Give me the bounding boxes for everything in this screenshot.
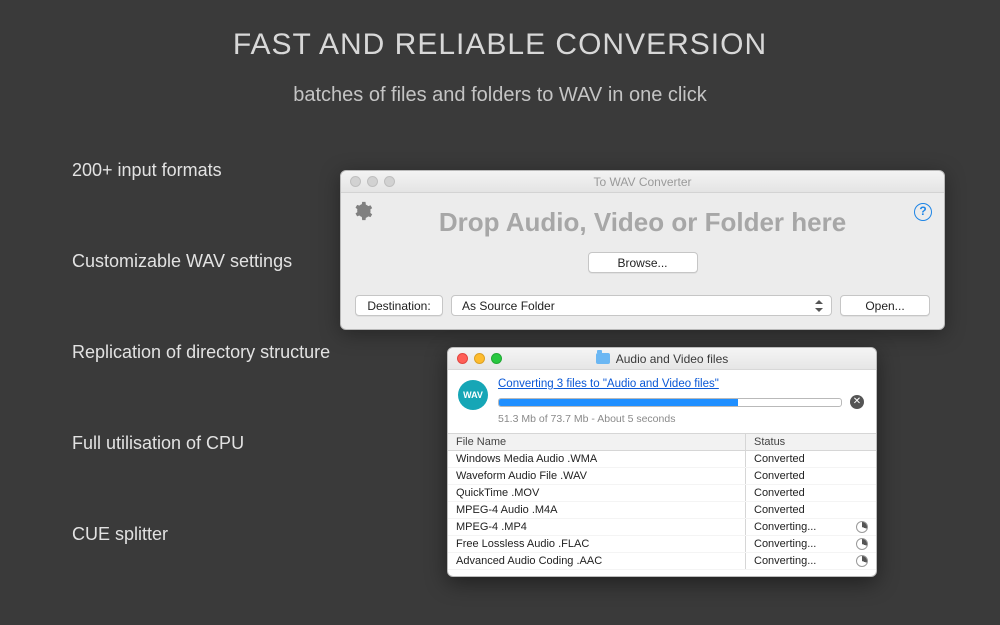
chevron-updown-icon — [815, 302, 823, 310]
progress-bar-fill — [499, 399, 738, 406]
table-row[interactable]: MPEG-4 .MP4Converting... — [448, 519, 876, 536]
feature-item: CUE splitter — [72, 524, 330, 545]
progress-text: 51.3 Mb of 73.7 Mb - About 5 seconds — [498, 413, 864, 425]
progress-window-titlebar: Audio and Video files — [448, 348, 876, 370]
cell-filename: Advanced Audio Coding .AAC — [448, 553, 746, 569]
feature-item: Replication of directory structure — [72, 342, 330, 363]
cell-status: Converted — [746, 451, 876, 467]
cell-filename: QuickTime .MOV — [448, 485, 746, 501]
help-icon[interactable]: ? — [914, 203, 932, 221]
spinner-icon — [856, 521, 868, 533]
spinner-icon — [856, 555, 868, 567]
cell-status: Converting... — [746, 519, 876, 535]
col-header-filename[interactable]: File Name — [448, 434, 746, 450]
progress-window: Audio and Video files WAV Converting 3 f… — [447, 347, 877, 577]
open-button[interactable]: Open... — [840, 295, 930, 316]
gear-icon[interactable] — [353, 201, 373, 221]
folder-icon — [596, 353, 610, 364]
progress-bar — [498, 398, 842, 407]
drop-instruction: Drop Audio, Video or Folder here — [355, 207, 930, 238]
table-row[interactable]: Advanced Audio Coding .AACConverting... — [448, 553, 876, 570]
cell-filename: Windows Media Audio .WMA — [448, 451, 746, 467]
drop-window-titlebar: To WAV Converter — [341, 171, 944, 193]
progress-window-title: Audio and Video files — [616, 352, 729, 366]
destination-value: As Source Folder — [462, 299, 555, 313]
feature-item: 200+ input formats — [72, 160, 330, 181]
page-subhead: batches of files and folders to WAV in o… — [0, 62, 1000, 107]
col-header-status[interactable]: Status — [746, 434, 876, 450]
conversion-link[interactable]: Converting 3 files to "Audio and Video f… — [498, 378, 719, 390]
table-row[interactable]: Windows Media Audio .WMAConverted — [448, 451, 876, 468]
cell-filename: Waveform Audio File .WAV — [448, 468, 746, 484]
drop-window: To WAV Converter ? Drop Audio, Video or … — [340, 170, 945, 330]
cell-filename: Free Lossless Audio .FLAC — [448, 536, 746, 552]
cell-status: Converting... — [746, 536, 876, 552]
destination-select[interactable]: As Source Folder — [451, 295, 832, 316]
file-table: File Name Status Windows Media Audio .WM… — [448, 433, 876, 570]
feature-list: 200+ input formats Customizable WAV sett… — [72, 160, 330, 545]
drop-window-title: To WAV Converter — [341, 175, 944, 189]
cell-status: Converted — [746, 485, 876, 501]
cell-status: Converted — [746, 468, 876, 484]
cancel-icon[interactable]: ✕ — [850, 395, 864, 409]
destination-button[interactable]: Destination: — [355, 295, 443, 316]
table-row[interactable]: Waveform Audio File .WAVConverted — [448, 468, 876, 485]
feature-item: Customizable WAV settings — [72, 251, 330, 272]
table-row[interactable]: QuickTime .MOVConverted — [448, 485, 876, 502]
feature-item: Full utilisation of CPU — [72, 433, 330, 454]
spinner-icon — [856, 538, 868, 550]
table-row[interactable]: MPEG-4 Audio .M4AConverted — [448, 502, 876, 519]
table-row[interactable]: Free Lossless Audio .FLACConverting... — [448, 536, 876, 553]
cell-filename: MPEG-4 .MP4 — [448, 519, 746, 535]
wav-badge-icon: WAV — [458, 380, 488, 410]
cell-status: Converted — [746, 502, 876, 518]
cell-status: Converting... — [746, 553, 876, 569]
page-headline: FAST AND RELIABLE CONVERSION — [0, 0, 1000, 62]
cell-filename: MPEG-4 Audio .M4A — [448, 502, 746, 518]
browse-button[interactable]: Browse... — [588, 252, 698, 273]
